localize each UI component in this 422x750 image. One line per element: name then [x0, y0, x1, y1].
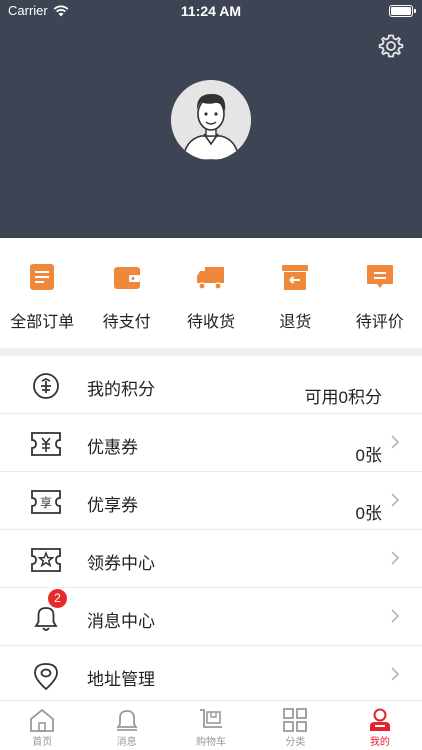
- status-bar: Carrier 11:24 AM: [0, 0, 422, 24]
- chevron-right-icon: [391, 609, 400, 623]
- tab-categories[interactable]: 分类: [253, 701, 337, 750]
- svg-text:享: 享: [40, 495, 52, 510]
- status-time: 11:24 AM: [180, 3, 242, 19]
- menu-label-points: 我的积分: [87, 380, 155, 399]
- menu-label-messages: 消息中心: [87, 612, 155, 631]
- order-return-button[interactable]: 退货: [253, 238, 337, 348]
- truck-icon: [196, 267, 224, 290]
- gear-icon[interactable]: [378, 33, 404, 59]
- tab-cart-label: 购物车: [196, 737, 227, 748]
- share-coupon-icon: 享: [31, 490, 61, 514]
- message-count-badge: 2: [48, 589, 67, 608]
- user-avatar-portrait: [171, 80, 251, 160]
- section-divider: [0, 348, 422, 356]
- cart-icon: [200, 709, 223, 728]
- menu-item-points[interactable]: 我的积分 可用0积分: [0, 356, 422, 414]
- coupon-center-icon: [31, 548, 61, 572]
- order-return-label: 退货: [279, 314, 312, 331]
- order-shipping-label: 待收货: [186, 314, 235, 331]
- menu-item-address[interactable]: 地址管理: [0, 646, 422, 704]
- order-unpaid-button[interactable]: 待支付: [84, 238, 168, 348]
- order-shortcuts: 全部订单 待支付 待收货 退货 待评价: [0, 238, 422, 348]
- profile-icon: [369, 708, 390, 731]
- chevron-right-icon: [391, 435, 400, 449]
- return-box-icon: [282, 265, 309, 290]
- order-unpaid-label: 待支付: [102, 314, 151, 331]
- chevron-right-icon: [391, 493, 400, 507]
- order-all-button[interactable]: 全部订单: [0, 238, 84, 348]
- tab-messages[interactable]: 消息: [84, 701, 168, 750]
- menu-item-coupons[interactable]: 优惠券 0张: [0, 414, 422, 472]
- menu-value-coupons: 0张: [355, 446, 382, 465]
- tab-messages-label: 消息: [116, 737, 137, 748]
- menu-list: 我的积分 可用0积分 优惠券 0张 享 优享券 0张 领券中心 2 消息中心 地…: [0, 356, 422, 704]
- points-coin-icon: [33, 373, 59, 399]
- order-shipping-button[interactable]: 待收货: [169, 238, 253, 348]
- menu-value-share-coupons: 0张: [355, 504, 382, 523]
- menu-label-address: 地址管理: [87, 670, 155, 689]
- home-icon: [30, 708, 55, 732]
- order-all-label: 全部订单: [10, 314, 75, 331]
- menu-item-coupon-center[interactable]: 领券中心: [0, 530, 422, 588]
- tab-home-label: 首页: [32, 737, 53, 748]
- tab-profile-label: 我的: [369, 737, 390, 748]
- order-list-icon: [30, 264, 55, 290]
- tab-cart[interactable]: 购物车: [169, 701, 253, 750]
- chevron-right-icon: [391, 551, 400, 565]
- menu-label-share-coupons: 优享券: [87, 496, 138, 515]
- menu-item-share-coupons[interactable]: 享 优享券 0张: [0, 472, 422, 530]
- menu-label-coupon-center: 领券中心: [87, 554, 155, 573]
- menu-item-messages[interactable]: 2 消息中心: [0, 588, 422, 646]
- avatar[interactable]: [171, 80, 251, 160]
- comment-icon: [366, 265, 393, 288]
- tab-profile[interactable]: 我的: [338, 701, 422, 750]
- tab-home[interactable]: 首页: [0, 701, 84, 750]
- tab-categories-label: 分类: [285, 737, 306, 748]
- order-review-label: 待评价: [355, 314, 404, 331]
- grid-icon: [283, 708, 308, 732]
- chevron-right-icon: [391, 667, 400, 681]
- menu-label-coupons: 优惠券: [87, 438, 138, 457]
- bell-icon: [115, 710, 138, 731]
- menu-value-points: 可用0积分: [304, 388, 382, 407]
- profile-header: Carrier 11:24 AM: [0, 0, 422, 238]
- order-review-button[interactable]: 待评价: [338, 238, 422, 348]
- bottom-tab-bar: 首页 消息 购物车 分类 我的: [0, 700, 422, 750]
- wallet-icon: [113, 267, 140, 289]
- coupon-icon: [31, 432, 61, 456]
- location-pin-icon: [34, 663, 58, 691]
- battery-icon: [389, 5, 416, 17]
